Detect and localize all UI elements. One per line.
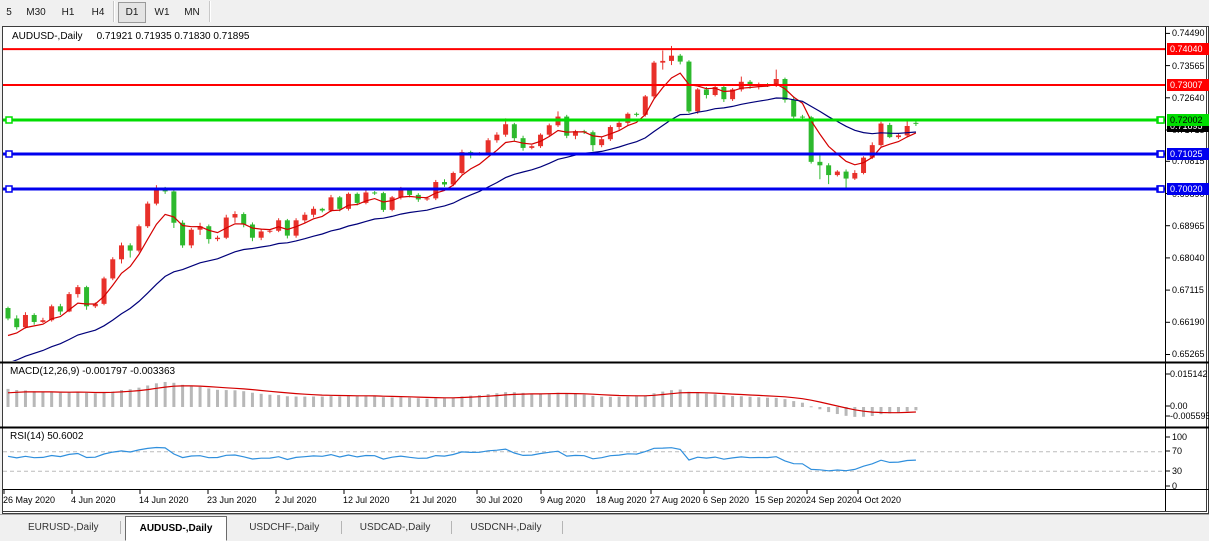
timeframe-toolbar: 5M30H1H4 D1W1MN bbox=[0, 0, 1209, 25]
date-axis-label: 21 Jul 2020 bbox=[410, 495, 457, 505]
pane-frame bbox=[0, 27, 1209, 512]
toolbar-separator bbox=[209, 1, 211, 22]
price-axis-tick: 0.73565 bbox=[1172, 61, 1205, 71]
macd-value-main: -0.001797 bbox=[82, 366, 127, 377]
chart-title: AUDUSD-,Daily 0.71921 0.71935 0.71830 0.7… bbox=[12, 31, 250, 42]
toolbar-separator bbox=[113, 1, 115, 22]
macd-label: MACD(12,26,9) -0.001797 -0.003363 bbox=[10, 366, 175, 377]
chart-tab-usdcad[interactable]: USDCAD-,Daily bbox=[346, 517, 445, 538]
price-axis-tick: 0.72640 bbox=[1172, 93, 1205, 103]
date-axis-label: 2 Jul 2020 bbox=[275, 495, 317, 505]
date-axis-label: 4 Oct 2020 bbox=[857, 495, 901, 505]
price-axis-tick: 0.66190 bbox=[1172, 317, 1205, 327]
date-axis-label: 23 Jun 2020 bbox=[207, 495, 257, 505]
price-axis-tick: 0.74490 bbox=[1172, 28, 1205, 38]
price-axis-tick: 0.68965 bbox=[1172, 221, 1205, 231]
chart-tab-usdcnh[interactable]: USDCNH-,Daily bbox=[456, 517, 555, 538]
horizontal-price-lines[interactable] bbox=[3, 49, 1165, 192]
date-axis-label: 26 May 2020 bbox=[3, 495, 55, 505]
rsi-axis-tick: 30 bbox=[1172, 466, 1182, 476]
price-badge-0.72002: 0.72002 bbox=[1167, 114, 1209, 126]
rsi-label: RSI(14) 50.6002 bbox=[10, 431, 83, 442]
chart-tab-usdchf[interactable]: USDCHF-,Daily bbox=[235, 517, 333, 538]
date-axis-label: 12 Jul 2020 bbox=[343, 495, 390, 505]
price-badge-0.74040: 0.74040 bbox=[1167, 43, 1209, 55]
macd-value-signal: -0.003363 bbox=[130, 366, 175, 377]
date-axis-label: 15 Sep 2020 bbox=[755, 495, 806, 505]
timeframe-button-h4[interactable]: H4 bbox=[84, 2, 112, 23]
chart-symbol: AUDUSD-,Daily bbox=[12, 31, 83, 42]
rsi-axis-tick: 70 bbox=[1172, 446, 1182, 456]
rsi-axis-tick: 100 bbox=[1172, 432, 1187, 442]
timeframe-button-5[interactable]: 5 bbox=[0, 2, 18, 23]
macd-axis-tick: 0.00 bbox=[1170, 401, 1188, 411]
price-axis-tick: 0.68040 bbox=[1172, 253, 1205, 263]
date-axis-label: 18 Aug 2020 bbox=[596, 495, 647, 505]
date-axis-label: 27 Aug 2020 bbox=[650, 495, 701, 505]
chart-tab-bar: EURUSD-,Daily AUDUSD-,Daily USDCHF-,Daily U… bbox=[0, 514, 1209, 541]
chart-canvas[interactable] bbox=[0, 0, 1209, 541]
macd-axis-tick: 0.015142 bbox=[1170, 369, 1208, 379]
timeframe-button-m30[interactable]: M30 bbox=[20, 2, 52, 23]
macd-indicator bbox=[7, 382, 918, 417]
date-axis-label: 9 Aug 2020 bbox=[540, 495, 586, 505]
timeframe-button-mn[interactable]: MN bbox=[178, 2, 206, 23]
price-badge-0.73007: 0.73007 bbox=[1167, 79, 1209, 91]
chart-tab-eurusd[interactable]: EURUSD-,Daily bbox=[14, 517, 113, 538]
mt4-window: { "toolbar": { "timeframes": [ {"label":… bbox=[0, 0, 1209, 541]
date-axis-label: 30 Jul 2020 bbox=[476, 495, 523, 505]
price-badge-0.70020: 0.70020 bbox=[1167, 183, 1209, 195]
date-axis-label: 24 Sep 2020 bbox=[806, 495, 857, 505]
tab-separator bbox=[451, 521, 452, 534]
tab-separator bbox=[562, 521, 563, 534]
rsi-indicator bbox=[3, 448, 1165, 472]
tab-separator bbox=[341, 521, 342, 534]
rsi-value: 50.6002 bbox=[47, 431, 83, 442]
price-badge-0.71025: 0.71025 bbox=[1167, 148, 1209, 160]
tab-separator bbox=[120, 521, 121, 534]
price-axis-tick: 0.67115 bbox=[1172, 285, 1204, 295]
timeframe-button-w1[interactable]: W1 bbox=[148, 2, 176, 23]
chart-tab-audusd[interactable]: AUDUSD-,Daily bbox=[125, 516, 228, 541]
moving-averages bbox=[8, 73, 916, 363]
timeframe-button-d1[interactable]: D1 bbox=[118, 2, 146, 23]
rsi-axis-tick: 0 bbox=[1172, 481, 1177, 491]
date-axis-label: 6 Sep 2020 bbox=[703, 495, 749, 505]
date-axis-label: 14 Jun 2020 bbox=[139, 495, 189, 505]
date-axis-label: 4 Jun 2020 bbox=[71, 495, 116, 505]
chart-ohlc-values: 0.71921 0.71935 0.71830 0.71895 bbox=[97, 31, 250, 42]
timeframe-button-h1[interactable]: H1 bbox=[54, 2, 82, 23]
price-axis-tick: 0.65265 bbox=[1172, 349, 1205, 359]
axis-ticks bbox=[4, 33, 1170, 494]
macd-axis-tick: -0.005595 bbox=[1170, 411, 1209, 421]
